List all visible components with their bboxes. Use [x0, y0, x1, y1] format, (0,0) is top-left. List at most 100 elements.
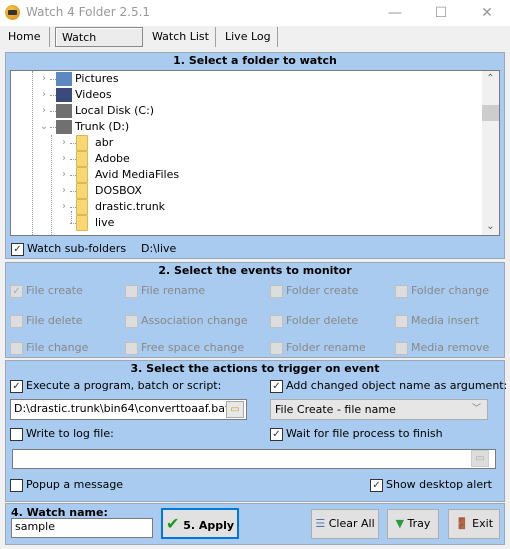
- scroll-thumb[interactable]: [482, 105, 499, 121]
- folder-tree[interactable]: ⌃ ⌄ › Pictures › Videos › Local Disk (C:) ⌄ Tru…: [10, 70, 500, 236]
- tab-live-log[interactable]: Live Log: [219, 27, 278, 47]
- chevron-right-icon[interactable]: ›: [59, 151, 69, 167]
- watch-name-input[interactable]: sample: [11, 518, 153, 538]
- write-log-label: Write to log file:: [26, 427, 114, 440]
- event-checkbox-folder-change[interactable]: [395, 285, 408, 298]
- event-checkbox-folder-rename[interactable]: [270, 342, 283, 355]
- clear-all-button[interactable]: ☰ Clear All: [311, 509, 379, 539]
- chevron-right-icon[interactable]: ›: [59, 135, 69, 151]
- scroll-down-icon[interactable]: ⌄: [482, 219, 499, 235]
- selected-path: D:\live: [141, 242, 177, 255]
- program-path-input[interactable]: D:\drastic.trunk\bin64\converttoaaf.bat: [10, 399, 247, 420]
- chevron-right-icon[interactable]: ›: [39, 103, 49, 119]
- tree-item[interactable]: live: [11, 215, 481, 231]
- minimize-button[interactable]: —: [372, 0, 418, 26]
- event-checkbox-file-delete[interactable]: [10, 315, 23, 328]
- event-label: File rename: [141, 284, 206, 297]
- tree-item-label: Pictures: [75, 72, 119, 85]
- chevron-right-icon[interactable]: ›: [59, 167, 69, 183]
- folder-icon: [76, 183, 88, 199]
- browse-program-button[interactable]: ▭: [226, 401, 244, 418]
- tab-bar: Home Watch Settings Watch List Live Log: [0, 26, 510, 64]
- chevron-right-icon[interactable]: ›: [39, 87, 49, 103]
- chevron-right-icon[interactable]: ›: [59, 199, 69, 215]
- event-checkbox-file-rename[interactable]: [125, 285, 138, 298]
- tree-item[interactable]: › abr: [11, 135, 481, 151]
- tree-item-label: Trunk (D:): [75, 120, 130, 133]
- event-label: Media insert: [411, 314, 479, 327]
- event-checkbox-folder-create[interactable]: [270, 285, 283, 298]
- folder-icon: [76, 215, 88, 231]
- folder-icon: [76, 135, 88, 151]
- tree-item[interactable]: › Local Disk (C:): [11, 103, 481, 119]
- exit-label: Exit: [472, 517, 494, 530]
- event-checkbox-folder-delete[interactable]: [270, 315, 283, 328]
- tab-home[interactable]: Home: [2, 27, 50, 47]
- event-checkbox-file-change[interactable]: [10, 342, 23, 355]
- program-path-value: D:\drastic.trunk\bin64\converttoaaf.bat: [14, 402, 230, 415]
- event-label: File delete: [26, 314, 83, 327]
- event-label: Folder create: [286, 284, 359, 297]
- write-log-checkbox[interactable]: [10, 428, 23, 441]
- open-folder-icon: ▭: [230, 404, 240, 415]
- actions-panel: 3. Select the actions to trigger on even…: [5, 360, 508, 502]
- maximize-button[interactable]: ☐: [418, 0, 464, 26]
- close-button[interactable]: ✕: [464, 0, 510, 26]
- add-argument-checkbox[interactable]: ✓: [270, 380, 283, 393]
- folder-icon: [76, 151, 88, 167]
- desktop-alert-checkbox[interactable]: ✓: [370, 479, 383, 492]
- tree-item-label: DOSBOX: [95, 184, 142, 197]
- tree-item[interactable]: › drastic.trunk: [11, 199, 481, 215]
- tree-scrollbar[interactable]: ⌃ ⌄: [482, 71, 499, 235]
- tree-item-label: Avid MediaFiles: [95, 168, 180, 181]
- drive-icon: [56, 120, 72, 134]
- event-checkbox-file-create[interactable]: ✓: [10, 285, 23, 298]
- chevron-down-icon[interactable]: ⌄: [39, 119, 49, 135]
- window-title: Watch 4 Folder 2.5.1: [26, 5, 151, 19]
- add-argument-label: Add changed object name as argument:: [286, 379, 508, 392]
- chevron-right-icon[interactable]: ›: [59, 183, 69, 199]
- event-label: Folder change: [411, 284, 489, 297]
- tree-item[interactable]: ⌄ Trunk (D:): [11, 119, 481, 135]
- wait-process-checkbox[interactable]: ✓: [270, 428, 283, 441]
- tree-item-label: Videos: [75, 88, 112, 101]
- popup-message-checkbox[interactable]: [10, 479, 23, 492]
- chevron-down-icon: ﹀: [471, 404, 481, 414]
- event-checkbox-association-change[interactable]: [125, 315, 138, 328]
- tray-button[interactable]: ▼ Tray: [387, 509, 439, 539]
- footer-panel: 4. Watch name: sample ✔ 5. Apply ☰ Clear…: [5, 503, 505, 545]
- tree-item[interactable]: › Videos: [11, 87, 481, 103]
- pictures-icon: [56, 72, 72, 86]
- tree-item-label: abr: [95, 136, 114, 149]
- watch-subfolders-checkbox[interactable]: ✓: [11, 243, 24, 256]
- tree-item-label: live: [95, 216, 115, 229]
- apply-button[interactable]: ✔ 5. Apply: [161, 508, 239, 539]
- event-label: Free space change: [141, 341, 245, 354]
- watch-name-value: sample: [15, 520, 55, 533]
- exit-door-icon: 🚪: [454, 517, 469, 530]
- event-checkbox-media-insert[interactable]: [395, 315, 408, 328]
- browse-log-button[interactable]: ▭: [471, 450, 489, 467]
- tree-item[interactable]: › Avid MediaFiles: [11, 167, 481, 183]
- tab-watch-settings[interactable]: Watch Settings: [55, 27, 143, 64]
- apply-label: 5. Apply: [183, 519, 235, 532]
- videos-icon: [56, 88, 72, 102]
- events-panel: 2. Select the events to monitor ✓ File cr…: [5, 262, 505, 358]
- log-path-input[interactable]: [12, 449, 496, 469]
- event-checkbox-media-remove[interactable]: [395, 342, 408, 355]
- tab-watch-list[interactable]: Watch List: [146, 27, 216, 47]
- event-checkbox-free-space-change[interactable]: [125, 342, 138, 355]
- scroll-up-icon[interactable]: ⌃: [482, 71, 499, 87]
- popup-message-label: Popup a message: [26, 478, 124, 491]
- event-label: Folder delete: [286, 314, 359, 327]
- tree-item[interactable]: › Pictures: [11, 71, 481, 87]
- exit-button[interactable]: 🚪 Exit: [448, 509, 500, 539]
- chevron-right-icon[interactable]: ›: [39, 71, 49, 87]
- event-label: File change: [26, 341, 89, 354]
- folder-select-panel: 1. Select a folder to watch ⌃ ⌄ › Picture…: [5, 52, 505, 259]
- tree-item[interactable]: › DOSBOX: [11, 183, 481, 199]
- tree-item-label: Adobe: [95, 152, 130, 165]
- argument-select[interactable]: File Create - file name ﹀: [270, 399, 488, 420]
- tree-item[interactable]: › Adobe: [11, 151, 481, 167]
- execute-program-checkbox[interactable]: ✓: [10, 380, 23, 393]
